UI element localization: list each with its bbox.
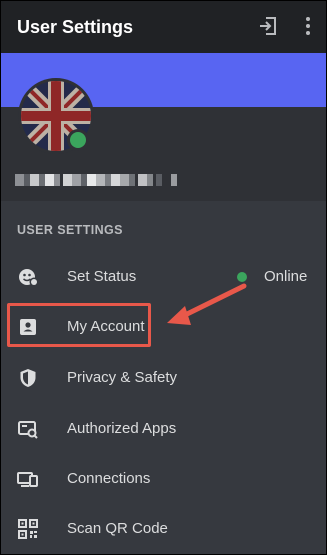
- menu-item-my-account[interactable]: My Account: [1, 302, 326, 352]
- app-bar: User Settings: [1, 1, 326, 53]
- menu-item-privacy-safety[interactable]: Privacy & Safety: [1, 353, 326, 403]
- menu-item-connections[interactable]: Connections: [1, 454, 326, 504]
- menu-item-label: Scan QR Code: [67, 520, 168, 537]
- menu-item-scan-qr-code[interactable]: Scan QR Code: [1, 504, 326, 554]
- logout-icon[interactable]: [257, 15, 279, 37]
- menu-item-authorized-apps[interactable]: Authorized Apps: [1, 404, 326, 454]
- more-vertical-icon[interactable]: [297, 15, 319, 37]
- menu-item-label: Connections: [67, 470, 151, 487]
- username-obscured: [15, 174, 185, 190]
- status-value: Online: [264, 268, 308, 285]
- page-title: User Settings: [17, 17, 134, 37]
- menu-item-set-status[interactable]: Set Status Online: [1, 252, 326, 302]
- menu-item-label: My Account: [67, 318, 145, 335]
- menu-item-label: Privacy & Safety: [67, 369, 178, 386]
- status-face-icon: [17, 266, 39, 288]
- account-card-icon: [17, 316, 39, 338]
- online-status-indicator: [67, 129, 89, 151]
- user-settings-screen: User Settings USER SETTINGS Set Status O…: [0, 0, 327, 555]
- section-header: USER SETTINGS: [17, 223, 123, 237]
- qr-code-icon: [17, 518, 39, 540]
- shield-icon: [17, 367, 39, 389]
- menu-item-label: Authorized Apps: [67, 420, 177, 437]
- online-status-dot: [237, 272, 247, 282]
- devices-icon: [17, 468, 39, 490]
- authorized-apps-icon: [17, 418, 39, 440]
- menu-item-label: Set Status: [67, 268, 137, 285]
